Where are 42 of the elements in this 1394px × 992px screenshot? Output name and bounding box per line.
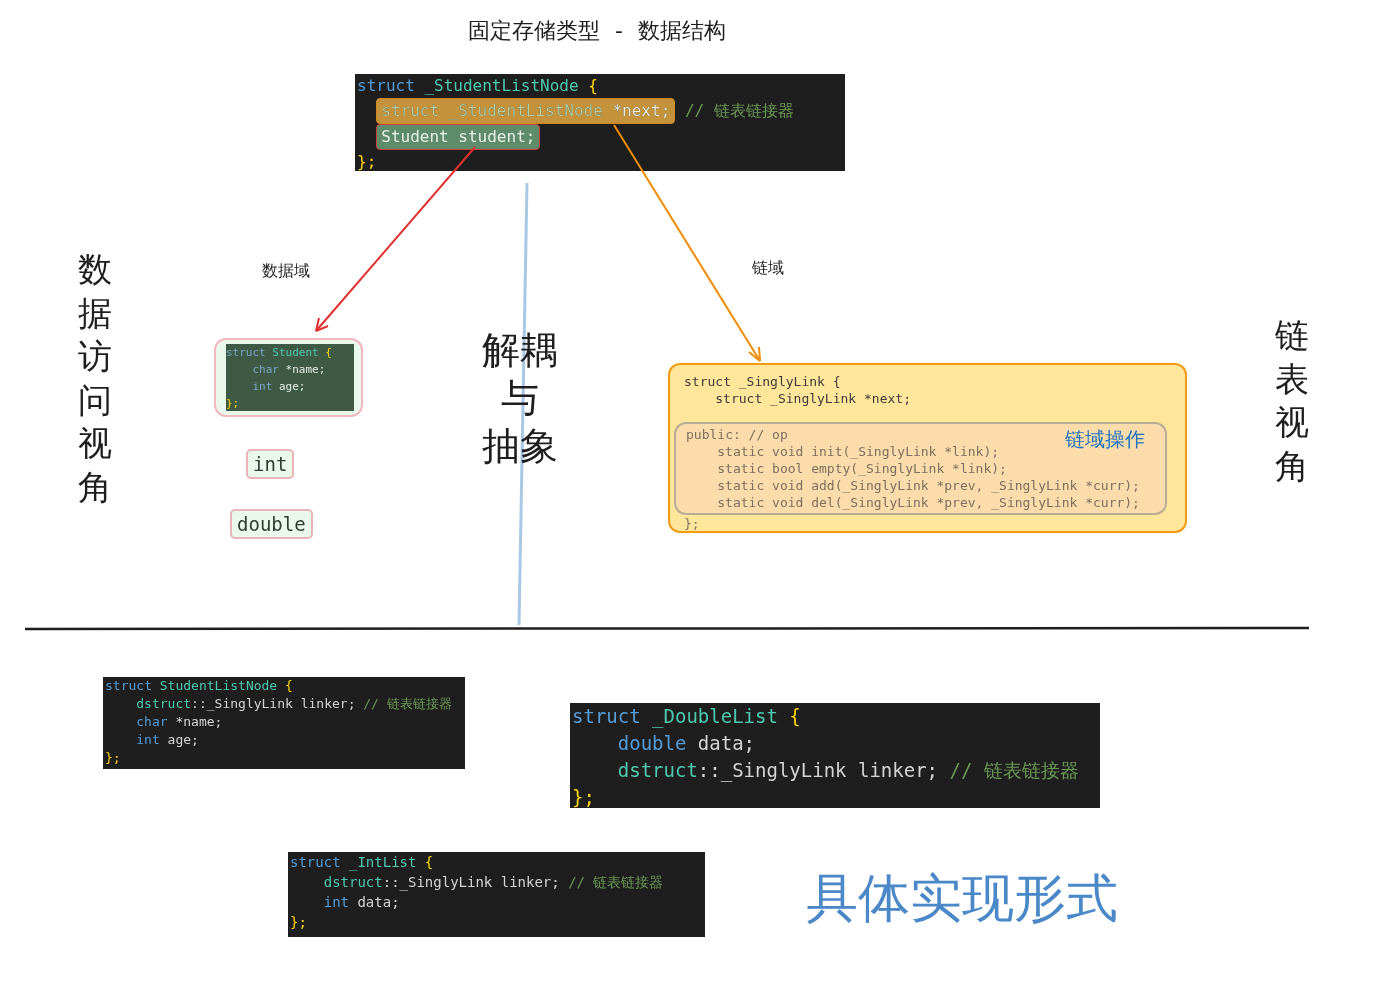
field-label: 链域	[752, 258, 784, 279]
code-line: struct _IntList {	[290, 853, 434, 872]
code-line: };	[357, 151, 377, 173]
code-line: static bool empty(_SinglyLink *link);	[717, 460, 1007, 477]
concept-label: 与	[501, 375, 539, 422]
code-line: };	[105, 749, 121, 767]
code-line: };	[290, 913, 307, 932]
concept-label: 解耦	[482, 327, 558, 374]
type-tag: int	[246, 449, 295, 479]
code-line: dstruct::_SinglyLink linker; // 链表链接器	[617, 758, 1079, 784]
operations-label: 链域操作	[1065, 426, 1145, 453]
code-line: static void del(_SinglyLink *prev, _SinglyLink *curr);	[717, 494, 1140, 511]
type-tag: double	[230, 509, 313, 539]
code-line: struct _DoubleList {	[572, 704, 801, 730]
code-comment: // 链表链接器	[683, 100, 794, 122]
code-line: char *name;	[252, 362, 326, 378]
code-line: double data;	[617, 731, 756, 756]
code-line: dstruct::_SinglyLink linker; // 链表链接器	[136, 695, 452, 713]
code-line: struct Student {	[226, 345, 332, 361]
highlighted-code: struct _StudentListNode *next;	[376, 98, 676, 124]
diagram-title: 固定存储类型 - 数据结构	[467, 17, 727, 45]
code-line: char *name;	[136, 713, 223, 731]
code-line: };	[226, 396, 240, 412]
highlighted-code: Student student;	[376, 124, 541, 150]
code-line: struct StudentListNode {	[105, 677, 293, 695]
code-line: static void add(_SinglyLink *prev, _SinglyLink *curr);	[717, 477, 1140, 494]
perspective-label: 数据访问视角	[78, 248, 112, 509]
code-line: struct _SinglyLink {	[684, 373, 841, 390]
code-line: struct _SinglyLink *next;	[715, 390, 911, 407]
field-label: 数据域	[262, 261, 310, 282]
code-line: public: // op	[686, 426, 788, 443]
code-line: static void init(_SinglyLink *link);	[717, 443, 1000, 460]
implementations-caption: 具体实现形式	[806, 867, 1118, 930]
perspective-label: 链表视角	[1275, 314, 1309, 488]
code-line: int age;	[136, 731, 199, 749]
code-line: };	[684, 515, 700, 532]
code-line: struct _StudentListNode {	[357, 75, 598, 97]
code-line: int data;	[323, 893, 400, 912]
code-line: };	[572, 785, 595, 810]
concept-label: 抽象	[482, 423, 558, 470]
code-line: int age;	[252, 379, 306, 395]
code-line: dstruct::_SinglyLink linker; // 链表链接器	[323, 873, 664, 892]
